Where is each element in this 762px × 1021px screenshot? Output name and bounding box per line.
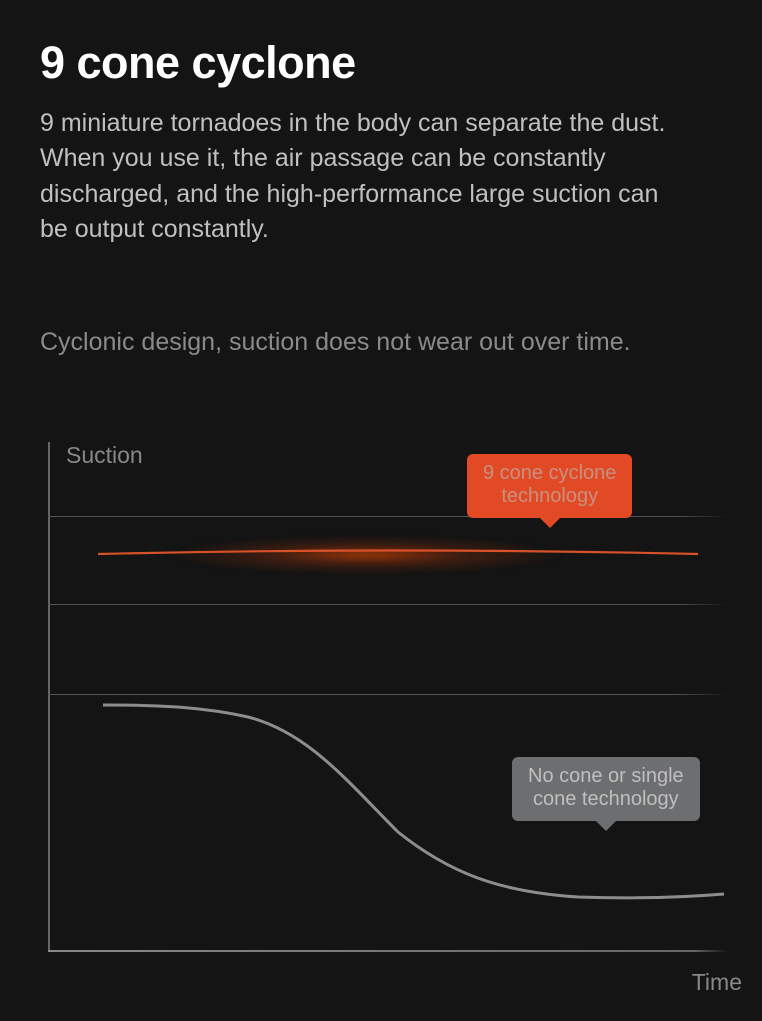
y-axis-label: Suction <box>66 442 143 469</box>
callout-no-cone: No cone or single cone technology <box>512 757 700 821</box>
suction-chart: Suction Time 9 cone cyclone technology N… <box>48 442 728 952</box>
gridline <box>48 694 728 695</box>
page: 9 cone cyclone 9 miniature tornadoes in … <box>0 0 762 992</box>
y-axis <box>48 442 50 952</box>
body-text: 9 miniature tornadoes in the body can se… <box>40 106 680 248</box>
x-axis-label: Time <box>692 969 742 996</box>
x-axis <box>48 950 728 952</box>
series-9-cone-line <box>78 546 718 562</box>
gridline <box>48 604 728 605</box>
callout-9-cone: 9 cone cyclone technology <box>467 454 632 518</box>
series-no-cone-line <box>48 442 728 952</box>
orange-line-glow <box>78 528 718 588</box>
page-title: 9 cone cyclone <box>40 38 722 88</box>
subheading: Cyclonic design, suction does not wear o… <box>40 328 722 357</box>
